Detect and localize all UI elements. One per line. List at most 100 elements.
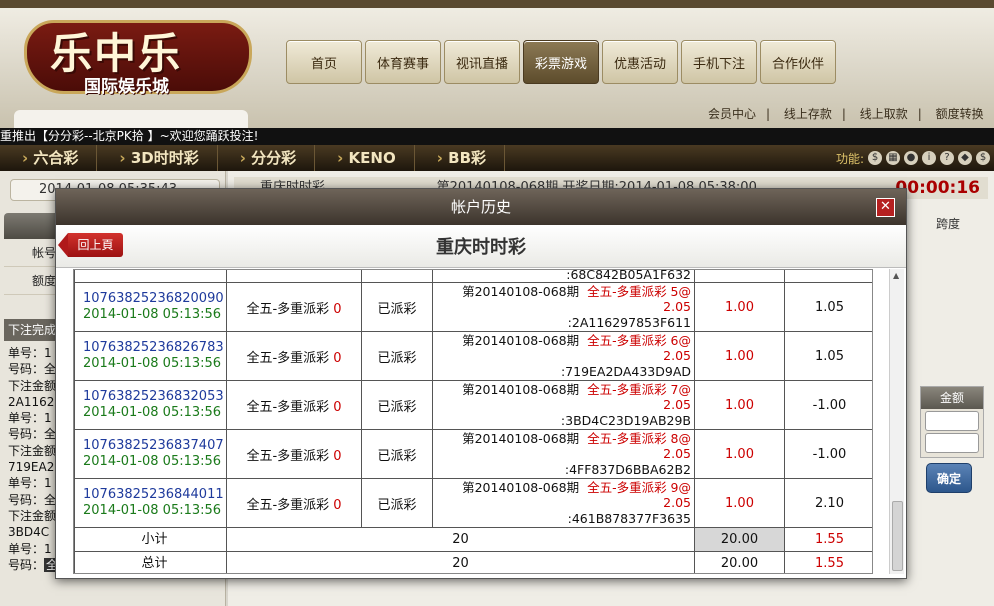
period: 第20140108-068期 bbox=[462, 381, 580, 397]
period: 第20140108-068期 bbox=[462, 332, 580, 348]
ticket-time: 2014-01-08 05:13:56 bbox=[83, 405, 222, 420]
ticket-id[interactable]: 10763825236837407 bbox=[83, 438, 226, 454]
coins-icon[interactable]: $ bbox=[868, 151, 882, 165]
period: 第20140108-068期 bbox=[462, 283, 580, 299]
bet-type-cell: 全五-多重派彩 0 bbox=[226, 429, 362, 479]
ticket-id[interactable]: 10763825236832053 bbox=[83, 389, 226, 405]
status-cell: 已派彩 bbox=[361, 478, 433, 528]
scroll-thumb[interactable] bbox=[892, 501, 903, 571]
modal-header: 帐户历史 ✕ bbox=[56, 189, 906, 225]
nav-lottery[interactable]: 彩票游戏 bbox=[523, 40, 599, 84]
bet-amount: 1.00 bbox=[694, 380, 785, 430]
ticket-time: 2014-01-08 05:13:56 bbox=[83, 356, 222, 371]
calendar-icon[interactable]: ▦ bbox=[886, 151, 900, 165]
bet-selection: 全五-多重派彩 9@ bbox=[587, 479, 691, 495]
table-row: 10763825236826783 2014-01-08 05:13:56 全五-多… bbox=[74, 331, 872, 381]
status-cell: 已派彩 bbox=[361, 429, 433, 479]
back-arrow-icon bbox=[58, 233, 68, 257]
info-icon[interactable]: i bbox=[922, 151, 936, 165]
bet-code: :3BD4C23D19AB29B bbox=[560, 412, 691, 428]
bet-type: 全五-多重派彩 bbox=[246, 399, 330, 415]
dollar-icon[interactable]: $ bbox=[976, 151, 990, 165]
bet-content-cell: 第20140108-068期 全五-多重派彩 9@ 2.05:461B878377… bbox=[432, 478, 695, 528]
table-row-partial: :68C842B05A1F632 bbox=[74, 270, 872, 283]
lottery-title: 重庆时时彩 bbox=[436, 237, 526, 258]
news-ticker: 重推出【分分彩--北京PK拾 】~欢迎您踊跃投注! bbox=[0, 128, 994, 145]
bet-type-count: 0 bbox=[333, 448, 342, 464]
bet-odds: 2.05 bbox=[663, 495, 691, 511]
game-bb[interactable]: BB彩 bbox=[415, 145, 506, 171]
bet-code: :4FF837D6BBA62B2 bbox=[564, 461, 691, 477]
line-key: 号码： bbox=[8, 492, 45, 507]
amount-input-1[interactable] bbox=[925, 411, 979, 431]
win-amount: 1.05 bbox=[784, 282, 872, 332]
table-row: 10763825236844011 2014-01-08 05:13:56 全五-多… bbox=[74, 478, 872, 528]
bet-selection: 全五-多重派彩 6@ bbox=[587, 332, 691, 348]
nav-promotions[interactable]: 优惠活动 bbox=[602, 40, 678, 84]
game-3d-ssc[interactable]: 3D时时彩 bbox=[97, 145, 218, 171]
line-key: 719EA2 bbox=[8, 460, 55, 475]
ticket-time: 2014-01-08 05:13:56 bbox=[83, 503, 222, 518]
history-table-wrap[interactable]: :68C842B05A1F632 10763825236820090 2014-0… bbox=[73, 269, 873, 574]
bet-type-count: 0 bbox=[333, 350, 342, 366]
total-win: 1.55 bbox=[784, 551, 872, 573]
back-button[interactable]: 回上頁 bbox=[56, 233, 124, 257]
span-label[interactable]: 跨度 bbox=[936, 215, 960, 232]
game-ffc[interactable]: 分分彩 bbox=[218, 145, 316, 171]
total-count: 20 bbox=[226, 551, 695, 573]
bet-type-count: 0 bbox=[333, 497, 342, 513]
status-cell: 已派彩 bbox=[361, 331, 433, 381]
divider: | bbox=[766, 107, 771, 121]
bet-odds: 2.05 bbox=[663, 348, 691, 364]
line-key: 号码： bbox=[8, 362, 45, 377]
help-icon[interactable]: ? bbox=[940, 151, 954, 165]
scrollbar[interactable]: ▲ bbox=[889, 269, 904, 574]
member-links: 会员中心| 线上存款| 线上取款| 额度转换| 登 bbox=[708, 105, 994, 122]
game-keno[interactable]: KENO bbox=[315, 145, 415, 171]
bet-type-cell: 全五-多重派彩 0 bbox=[226, 331, 362, 381]
win-amount: -1.00 bbox=[784, 429, 872, 479]
table-row: 10763825236820090 2014-01-08 05:13:56 全五-多… bbox=[74, 282, 872, 332]
site-logo[interactable]: 乐中乐 国际娱乐城 bbox=[14, 14, 264, 110]
amount-header: 金额 bbox=[921, 387, 983, 409]
bet-odds: 2.05 bbox=[663, 299, 691, 315]
win-amount: 2.10 bbox=[784, 478, 872, 528]
close-icon[interactable]: ✕ bbox=[876, 198, 895, 217]
confirm-button[interactable]: 确定 bbox=[926, 463, 972, 493]
nav-live[interactable]: 视讯直播 bbox=[444, 40, 520, 84]
line-key: 下注金额 bbox=[8, 508, 57, 523]
ticket-cell: 10763825236832053 2014-01-08 05:13:56 bbox=[74, 380, 227, 430]
line-key: 单号： bbox=[8, 476, 45, 491]
link-transfer[interactable]: 额度转换 bbox=[936, 107, 984, 121]
nav-home[interactable]: 首页 bbox=[286, 40, 362, 84]
scroll-up-icon[interactable]: ▲ bbox=[893, 271, 899, 280]
bet-type: 全五-多重派彩 bbox=[246, 448, 330, 464]
nav-sports[interactable]: 体育赛事 bbox=[365, 40, 441, 84]
amount-input-2[interactable] bbox=[925, 433, 979, 453]
ticket-id[interactable]: 10763825236820090 bbox=[83, 291, 226, 307]
link-withdraw[interactable]: 线上取款 bbox=[860, 107, 908, 121]
nav-mobile[interactable]: 手机下注 bbox=[681, 40, 757, 84]
bet-amount: 1.00 bbox=[694, 478, 785, 528]
ticket-id[interactable]: 10763825236844011 bbox=[83, 487, 226, 503]
user-icon[interactable]: ● bbox=[904, 151, 918, 165]
site-header: 乐中乐 国际娱乐城 首页 体育赛事 视讯直播 彩票游戏 优惠活动 手机下注 合作… bbox=[0, 0, 994, 128]
ticket-cell: 10763825236820090 2014-01-08 05:13:56 bbox=[74, 282, 227, 332]
link-deposit[interactable]: 线上存款 bbox=[784, 107, 832, 121]
table-row: 10763825236837407 2014-01-08 05:13:56 全五-多… bbox=[74, 429, 872, 479]
bet-content-cell: 第20140108-068期 全五-多重派彩 6@ 2.05:719EA2DA43… bbox=[432, 331, 695, 381]
line-key: 单号： bbox=[8, 346, 45, 360]
back-button-label: 回上頁 bbox=[68, 233, 123, 257]
link-member-center[interactable]: 会员中心 bbox=[708, 107, 756, 121]
game-mark6[interactable]: 六合彩 bbox=[0, 145, 98, 171]
bet-selection: 全五-多重派彩 5@ bbox=[587, 283, 691, 299]
modal-title: 帐户历史 bbox=[450, 198, 511, 216]
shield-icon[interactable]: ◆ bbox=[958, 151, 972, 165]
game-bar: 六合彩 3D时时彩 分分彩 KENO BB彩 功能: $ ▦ ● i ? ◆ $ bbox=[0, 145, 994, 171]
bet-content-cell: 第20140108-068期 全五-多重派彩 7@ 2.05:3BD4C23D19… bbox=[432, 380, 695, 430]
ticket-id[interactable]: 10763825236826783 bbox=[83, 340, 226, 356]
line-value: 1 bbox=[44, 346, 52, 360]
ticket-time: 2014-01-08 05:13:56 bbox=[83, 454, 222, 469]
nav-partners[interactable]: 合作伙伴 bbox=[760, 40, 836, 84]
bet-type-cell: 全五-多重派彩 0 bbox=[226, 380, 362, 430]
